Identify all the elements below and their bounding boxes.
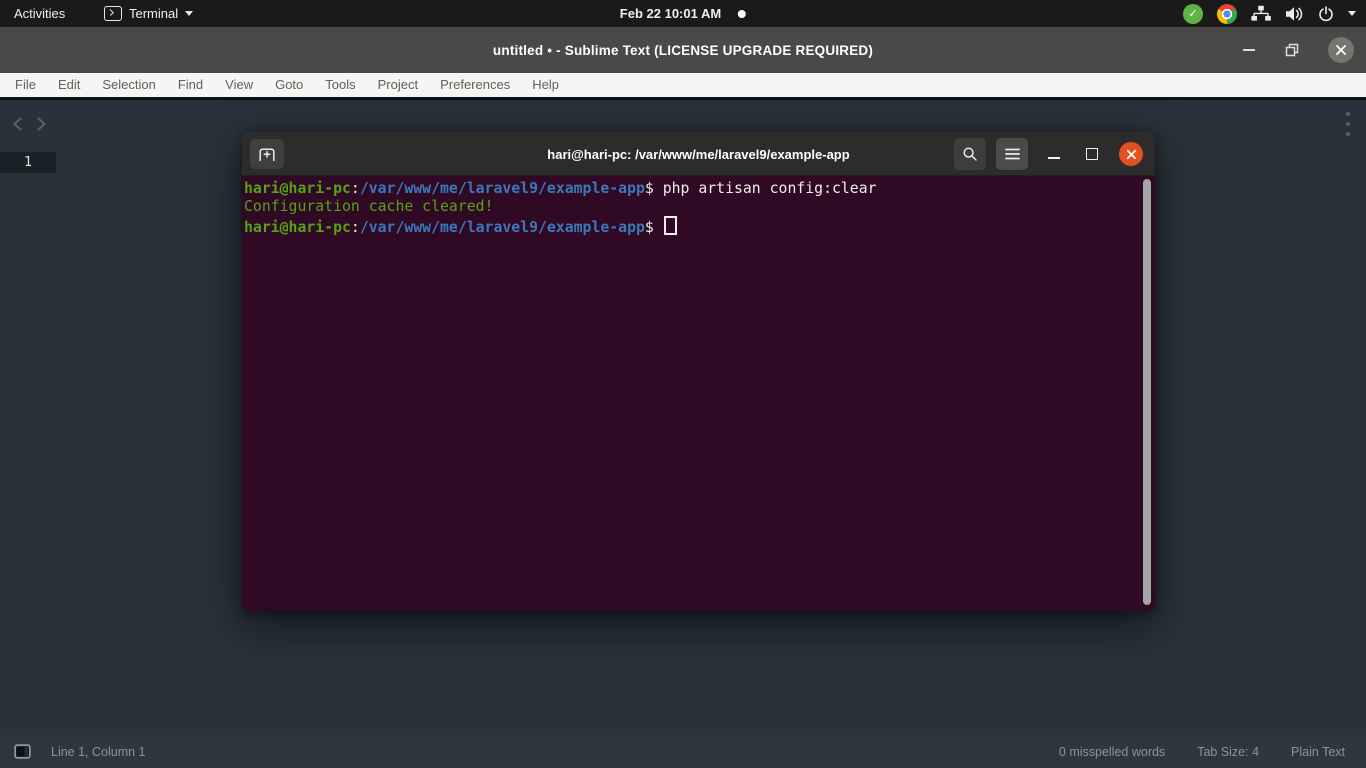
- terminal-cursor: [664, 216, 677, 235]
- nav-forward-icon[interactable]: [36, 116, 47, 132]
- menu-item-goto[interactable]: Goto: [264, 73, 314, 97]
- terminal-line: hari@hari-pc:/var/www/me/laravel9/exampl…: [244, 216, 1141, 234]
- menubar: FileEditSelectionFindViewGotoToolsProjec…: [0, 73, 1366, 97]
- search-icon: [962, 146, 978, 162]
- menu-item-help[interactable]: Help: [521, 73, 570, 97]
- terminal-screen[interactable]: hari@hari-pc:/var/www/me/laravel9/exampl…: [242, 176, 1155, 611]
- menu-item-selection[interactable]: Selection: [91, 73, 166, 97]
- tray-caret-icon[interactable]: [1348, 11, 1356, 16]
- new-tab-icon: [258, 147, 276, 162]
- volume-icon[interactable]: [1285, 6, 1304, 22]
- minimize-icon: [1048, 157, 1060, 159]
- dropdown-caret-icon: [185, 11, 193, 16]
- new-tab-button[interactable]: [250, 139, 284, 169]
- terminal-minimize-button[interactable]: [1046, 149, 1062, 159]
- sublime-close-button[interactable]: [1328, 37, 1354, 63]
- activities-label: Activities: [14, 6, 65, 21]
- app-menu-label: Terminal: [129, 6, 178, 21]
- clock-label: Feb 22 10:01 AM: [620, 6, 721, 21]
- power-icon[interactable]: [1318, 6, 1334, 22]
- app-menu[interactable]: Terminal: [104, 0, 193, 27]
- tab-size-status[interactable]: Tab Size: 4: [1197, 745, 1259, 759]
- terminal-titlebar[interactable]: hari@hari-pc: /var/www/me/laravel9/examp…: [242, 132, 1155, 176]
- terminal-maximize-button[interactable]: [1086, 148, 1098, 160]
- terminal-window-controls: [954, 132, 1143, 176]
- menu-item-file[interactable]: File: [4, 73, 47, 97]
- caret-position[interactable]: Line 1, Column 1: [51, 745, 146, 759]
- close-x-icon: [1126, 149, 1137, 160]
- terminal-window: hari@hari-pc: /var/www/me/laravel9/examp…: [242, 132, 1155, 611]
- menu-item-edit[interactable]: Edit: [47, 73, 91, 97]
- menu-item-view[interactable]: View: [214, 73, 264, 97]
- network-wired-icon[interactable]: [1251, 5, 1271, 22]
- sublime-restore-button[interactable]: [1285, 43, 1300, 57]
- sublime-window-title: untitled • - Sublime Text (LICENSE UPGRA…: [493, 43, 873, 58]
- statusbar-right: 0 misspelled words Tab Size: 4 Plain Text: [1059, 745, 1366, 759]
- gnome-top-bar: Activities Terminal Feb 22 10:01 AM ✓: [0, 0, 1366, 27]
- terminal-search-button[interactable]: [954, 138, 986, 170]
- check-badge-icon[interactable]: ✓: [1183, 4, 1203, 24]
- terminal-menu-button[interactable]: [996, 138, 1028, 170]
- sublime-titlebar[interactable]: untitled • - Sublime Text (LICENSE UPGRA…: [0, 27, 1366, 73]
- menu-item-find[interactable]: Find: [167, 73, 214, 97]
- terminal-scrollbar[interactable]: [1143, 179, 1151, 605]
- activities-button[interactable]: Activities: [0, 0, 79, 27]
- notification-dot-icon: [738, 10, 746, 18]
- gutter-current-line: 1: [0, 152, 56, 173]
- terminal-close-button[interactable]: [1119, 142, 1143, 166]
- sublime-window-controls: [1243, 27, 1354, 73]
- terminal-output: hari@hari-pc:/var/www/me/laravel9/exampl…: [244, 180, 1141, 234]
- nav-back-icon[interactable]: [12, 116, 23, 132]
- menu-item-project[interactable]: Project: [367, 73, 429, 97]
- editor-nav-arrows: [12, 116, 47, 132]
- close-x-icon: [1335, 44, 1347, 56]
- statusbar-left: Line 1, Column 1: [0, 744, 146, 759]
- menubar-shadow: [0, 97, 1366, 100]
- menu-item-preferences[interactable]: Preferences: [429, 73, 521, 97]
- syntax-status[interactable]: Plain Text: [1291, 745, 1345, 759]
- desktop: Activities Terminal Feb 22 10:01 AM ✓: [0, 0, 1366, 768]
- spellcheck-status[interactable]: 0 misspelled words: [1059, 745, 1165, 759]
- overflow-kebab-icon[interactable]: [1346, 112, 1350, 136]
- system-tray: ✓: [1183, 0, 1356, 27]
- line-number: 1: [24, 155, 32, 170]
- sublime-statusbar: Line 1, Column 1 0 misspelled words Tab S…: [0, 735, 1366, 768]
- hamburger-icon: [1005, 148, 1020, 160]
- sublime-minimize-button[interactable]: [1243, 49, 1255, 51]
- terminal-line: Configuration cache cleared!: [244, 198, 1141, 216]
- clock-button[interactable]: Feb 22 10:01 AM: [620, 0, 746, 27]
- chrome-icon[interactable]: [1217, 4, 1237, 24]
- terminal-line: hari@hari-pc:/var/www/me/laravel9/exampl…: [244, 180, 1141, 198]
- panel-toggle-icon[interactable]: [14, 744, 31, 759]
- menu-item-tools[interactable]: Tools: [314, 73, 366, 97]
- terminal-app-icon: [104, 6, 122, 21]
